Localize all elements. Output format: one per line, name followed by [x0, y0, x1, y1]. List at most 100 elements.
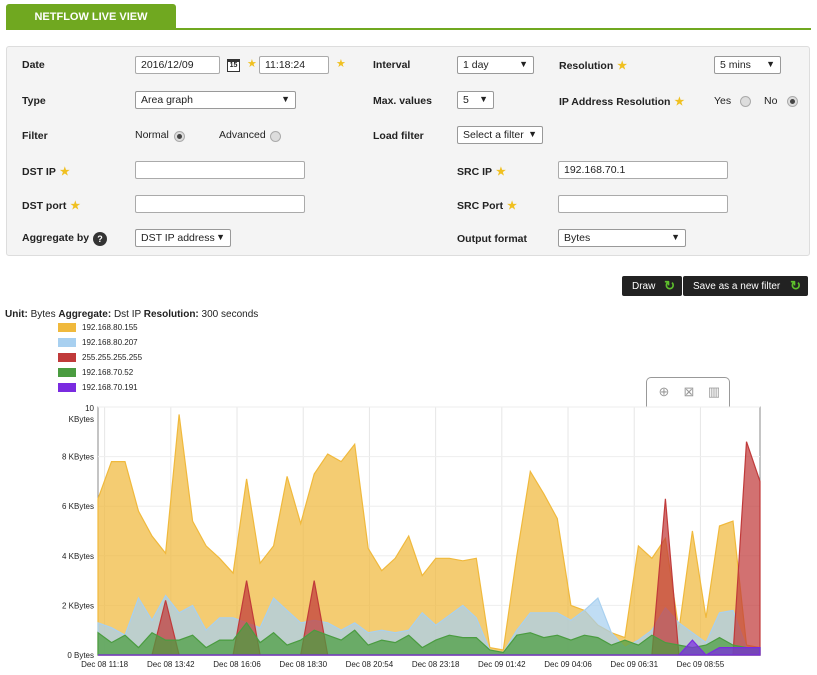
- interval-label: Interval: [373, 59, 411, 71]
- legend-label[interactable]: 255.255.255.255: [82, 353, 142, 362]
- y-tick-label: 0 Bytes: [67, 651, 94, 660]
- chevron-down-icon: ▼: [479, 94, 488, 104]
- refresh-icon: ↻: [790, 278, 801, 293]
- required-star-icon: ★: [70, 200, 81, 212]
- help-icon[interactable]: ?: [93, 232, 107, 246]
- x-tick-label: Dec 08 13:42: [147, 660, 195, 669]
- type-label: Type: [22, 95, 46, 107]
- dst-port-input[interactable]: [135, 195, 305, 213]
- required-star-icon: ★: [59, 166, 70, 178]
- legend-swatch[interactable]: [58, 353, 76, 362]
- calendar-icon[interactable]: 15: [227, 59, 240, 72]
- x-tick-label: Dec 08 20:54: [346, 660, 394, 669]
- required-star-icon: ★: [247, 58, 257, 70]
- plot-area: [97, 406, 761, 656]
- normal-label: Normal: [135, 129, 169, 141]
- aggregate-label: Aggregate by: [22, 232, 90, 244]
- aggregate-summary-value: Dst IP: [113, 309, 141, 320]
- advanced-label: Advanced: [219, 129, 266, 141]
- x-tick-label: Dec 09 06:31: [610, 660, 658, 669]
- legend-swatch[interactable]: [58, 338, 76, 347]
- resolution-select[interactable]: 5 mins ▼: [714, 56, 781, 74]
- chart-toolbox: ⊕ ⊠ ▥: [646, 377, 730, 407]
- x-tick-label: Dec 08 11:18: [81, 660, 129, 669]
- filter-advanced-radio[interactable]: [270, 131, 281, 142]
- reset-zoom-icon[interactable]: ⊠: [681, 384, 697, 400]
- filter-normal-radio[interactable]: [174, 131, 185, 142]
- chevron-down-icon: ▼: [528, 129, 537, 139]
- dst-ip-label: DST IP ★: [22, 165, 70, 178]
- resolution-label: Resolution ★: [559, 59, 627, 72]
- filter-panel: Date 2016/12/09 15 ★ 11:18:24 ★ Interval…: [6, 46, 810, 256]
- dst-ip-input[interactable]: [135, 161, 305, 179]
- src-port-label: SRC Port ★: [457, 199, 517, 212]
- draw-button[interactable]: Draw ↻: [622, 276, 682, 296]
- tab-netflow-live-view[interactable]: NETFLOW LIVE VIEW: [6, 4, 176, 29]
- chart-type-icon[interactable]: ▥: [706, 384, 722, 400]
- type-value: Area graph: [141, 94, 193, 106]
- y-tick-label: 4 KBytes: [62, 552, 94, 561]
- series-area: [97, 594, 761, 656]
- time-input[interactable]: 11:18:24: [259, 56, 329, 74]
- src-port-input[interactable]: [558, 195, 728, 213]
- output-format-value: Bytes: [564, 232, 591, 244]
- resolution-summary-label: Resolution:: [143, 309, 199, 320]
- required-star-icon: ★: [507, 200, 517, 212]
- load-filter-select[interactable]: Select a filter ▼: [457, 126, 543, 144]
- legend-label[interactable]: 192.168.70.191: [82, 383, 138, 392]
- series-area: [97, 621, 761, 656]
- legend-swatch[interactable]: [58, 323, 76, 332]
- date-input[interactable]: 2016/12/09: [135, 56, 220, 74]
- unit-value: Bytes: [30, 309, 56, 320]
- dst-port-label: DST port ★: [22, 199, 80, 212]
- y-tick-label: 6 KBytes: [62, 502, 94, 511]
- required-star-icon: ★: [617, 60, 628, 72]
- aggregate-select[interactable]: DST IP address ▼: [135, 229, 231, 247]
- chevron-down-icon: ▼: [281, 94, 290, 104]
- chevron-down-icon: ▼: [216, 232, 225, 242]
- x-tick-label: Dec 09 08:55: [677, 660, 725, 669]
- y-tick-label: 8 KBytes: [62, 453, 94, 462]
- x-tick-label: Dec 08 16:06: [213, 660, 261, 669]
- unit-label: Unit:: [5, 309, 28, 320]
- zoom-icon[interactable]: ⊕: [656, 384, 672, 400]
- x-tick-label: Dec 08 18:30: [279, 660, 327, 669]
- type-select[interactable]: Area graph ▼: [135, 91, 296, 109]
- required-star-icon: ★: [496, 166, 506, 178]
- ipres-no-radio[interactable]: [787, 96, 798, 107]
- refresh-icon: ↻: [664, 278, 675, 293]
- filter-label: Filter: [22, 130, 48, 142]
- legend-label[interactable]: 192.168.80.155: [82, 323, 138, 332]
- x-tick-label: Dec 08 23:18: [412, 660, 460, 669]
- maxvalues-label: Max. values: [373, 95, 432, 107]
- y-tick-label: 2 KBytes: [62, 601, 94, 610]
- save-filter-button-label: Save as a new filter: [693, 280, 781, 292]
- yes-label: Yes: [714, 95, 732, 107]
- x-tick-label: Dec 09 01:42: [478, 660, 526, 669]
- draw-button-label: Draw: [632, 280, 656, 292]
- legend-swatch[interactable]: [58, 383, 76, 392]
- series-area: [98, 441, 761, 656]
- load-filter-label: Load filter: [373, 130, 424, 142]
- required-star-icon: ★: [674, 96, 685, 108]
- ip-resolution-label: IP Address Resolution ★: [559, 95, 684, 108]
- no-label: No: [764, 95, 778, 107]
- output-format-select[interactable]: Bytes ▼: [558, 229, 686, 247]
- required-star-icon: ★: [336, 58, 346, 70]
- tab-underline: [6, 28, 811, 30]
- resolution-label-text: Resolution: [559, 60, 614, 72]
- chevron-down-icon: ▼: [766, 59, 775, 69]
- maxvalues-select[interactable]: 5 ▼: [457, 91, 494, 109]
- resolution-value: 5 mins: [720, 59, 751, 71]
- legend-label[interactable]: 192.168.70.52: [82, 368, 133, 377]
- src-ip-input[interactable]: 192.168.70.1: [558, 161, 728, 179]
- interval-select[interactable]: 1 day ▼: [457, 56, 534, 74]
- series-area: [98, 639, 761, 656]
- save-filter-button[interactable]: Save as a new filter ↻: [683, 276, 808, 296]
- legend-label[interactable]: 192.168.80.207: [82, 338, 138, 347]
- legend-swatch[interactable]: [58, 368, 76, 377]
- output-format-label: Output format: [457, 233, 527, 245]
- aggregate-value: DST IP address: [141, 232, 215, 244]
- chevron-down-icon: ▼: [671, 232, 680, 242]
- ipres-yes-radio[interactable]: [740, 96, 751, 107]
